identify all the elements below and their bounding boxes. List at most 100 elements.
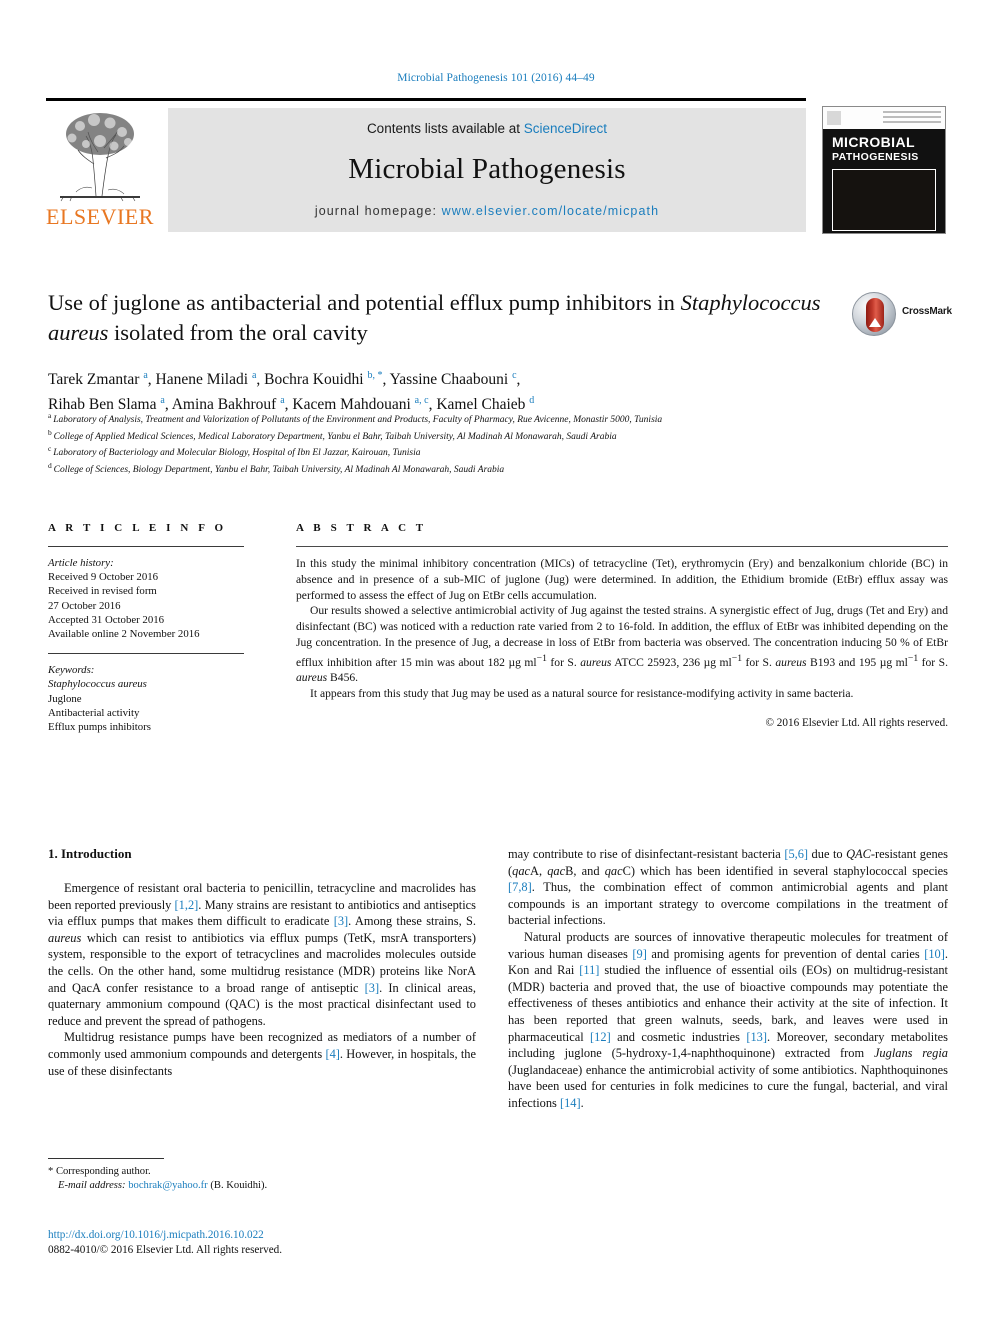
author-affiliation-mark: b, * [367,370,383,381]
keyword-item: Staphylococcus aureus [48,678,147,691]
abstract-copyright: © 2016 Elsevier Ltd. All rights reserved… [765,717,949,730]
intro-right-text: may contribute to rise of disinfectant-r… [508,846,948,1112]
keyword-item: Antibacterial activity [48,706,140,719]
abstract-results-g: B456. [327,671,359,685]
contents-band: Contents lists available at ScienceDirec… [168,108,806,232]
sciencedirect-link[interactable]: ScienceDirect [524,121,607,136]
article-history-item: Received in revised form [48,585,157,598]
citation-link[interactable]: [3] [334,914,348,928]
email-line: E-mail address: bochrak@yahoo.fr (B. Kou… [48,1179,476,1193]
affiliation-list: a Laboratory of Analysis, Treatment and … [48,410,928,476]
affiliation-item: b College of Applied Medical Sciences, M… [48,427,928,444]
abstract-paragraph-3: It appears from this study that Jug may … [310,687,854,701]
body-text-run: . [580,1095,584,1110]
author-separator: , [256,371,265,389]
author-separator: , [382,371,390,389]
abstract-paragraph-1: In this study the minimal inhibitory con… [296,557,948,602]
cover-header-strip [823,107,945,129]
author-list: Tarek Zmantar a, Hanene Miladi a, Bochra… [48,365,868,415]
citation-link[interactable]: [7,8] [508,880,532,894]
abstract-paragraph-2: Our results showed a selective antimicro… [296,603,948,686]
keywords-items: Staphylococcus aureus Juglone Antibacteria… [48,677,244,734]
citation-link[interactable]: [5,6] [784,847,808,861]
body-text-run: may contribute to rise of disinfectant-r… [508,847,785,861]
abstract-results-c: ATCC 25923, 236 µg ml [611,655,732,669]
corresponding-author-note: * Corresponding author. E-mail address: … [48,1165,476,1193]
article-history-item: Received 9 October 2016 [48,571,159,584]
email-suffix: (B. Kouidhi). [207,1180,268,1191]
citation-link[interactable]: [12] [590,1030,611,1044]
article-history-label: Article history: [48,557,114,569]
body-text-run: due to [808,847,847,861]
body-paragraph: Natural products are sources of innovati… [508,929,948,1112]
body-text-run: B, and [565,863,605,878]
journal-cover-thumbnail: MICROBIAL PATHOGENESIS [822,106,946,234]
cover-title-line2: PATHOGENESIS [832,151,919,163]
abstract-italic-1: aureus [580,655,612,669]
footnote-rule [48,1158,164,1159]
citation-link[interactable]: [4] [325,1047,339,1061]
article-history-item: Accepted 31 October 2016 [48,613,165,626]
citation-link[interactable]: [3] [365,981,379,995]
abstract-results-f: for S. [918,655,948,669]
footnote-block: * Corresponding author. E-mail address: … [48,1158,476,1193]
article-info-heading: A R T I C L E I N F O [48,522,227,534]
author-name: Bochra Kouidhi [264,371,368,389]
abstract-heading: A B S T R A C T [296,522,427,534]
body-paragraph: Multidrug resistance pumps have been rec… [48,1029,476,1079]
citation-link[interactable]: [14] [560,1096,581,1110]
cover-title-line1: MICROBIAL [832,134,915,150]
elsevier-logo: ELSEVIER [46,106,154,232]
abstract-results-e: B193 and 195 µg ml [806,655,908,669]
article-first-page: Microbial Pathogenesis 101 (2016) 44–49 [0,0,992,1323]
email-label: E-mail address: [58,1180,126,1191]
body-text-run: and promising agents for prevention of d… [646,946,925,961]
cover-publisher-mark-icon [827,111,841,125]
doi-block: http://dx.doi.org/10.1016/j.micpath.2016… [48,1228,528,1258]
title-line-2-suffix: isolated from the oral cavity [108,320,368,345]
journal-homepage-link[interactable]: www.elsevier.com/locate/micpath [442,204,660,218]
citation-link[interactable]: [9] [632,947,646,961]
abstract-rule [296,546,948,547]
article-info-column: A R T I C L E I N F O Article history: R… [48,522,244,734]
keywords-block: Keywords: Staphylococcus aureus Juglone An… [48,663,244,734]
cover-metadata-lines [883,111,941,125]
article-history-item: Available online 2 November 2016 [48,628,200,641]
author-affiliation-mark: a, c [414,395,429,407]
keywords-label: Keywords: [48,664,95,677]
masthead-top-rule [46,98,806,101]
author-name: Yassine Chaabouni [389,371,513,389]
doi-link[interactable]: http://dx.doi.org/10.1016/j.micpath.2016… [48,1228,528,1243]
title-line-1: Use of juglone as antibacterial and pote… [48,290,675,315]
crossmark-badge[interactable]: CrossMark [852,292,952,344]
citation-link[interactable]: [1,2] [175,898,199,912]
body-paragraph: Emergence of resistant oral bacteria to … [48,880,476,1029]
citation-link[interactable]: [13] [746,1030,767,1044]
citation-link[interactable]: [10] [924,947,945,961]
article-info-rule [48,546,244,547]
body-italic-text: qac [512,863,531,878]
email-link[interactable]: bochrak@yahoo.fr [128,1180,207,1191]
affiliation-item: a Laboratory of Analysis, Treatment and … [48,410,928,427]
cover-micrograph-image [832,169,936,231]
abstract-sup-2: −1 [731,652,743,664]
intro-left-text: Emergence of resistant oral bacteria to … [48,880,476,1079]
abstract-italic-2: aureus [775,655,807,669]
affiliation-text: Laboratory of Bacteriology and Molecular… [53,448,421,459]
author-name: Hanene Miladi [155,371,252,389]
body-text-run: and cosmetic industries [610,1029,747,1044]
body-italic-text: QAC [846,847,871,861]
keyword-item: Efflux pumps inhibitors [48,721,151,734]
article-history-items: Received 9 October 2016 Received in revis… [48,570,244,641]
crossmark-disc-icon [852,292,896,336]
section-heading-introduction: 1. Introduction [48,846,132,861]
abstract-sup-3: −1 [907,652,919,664]
citation-link[interactable]: [11] [579,963,599,977]
abstract-results-b: for S. [546,655,581,669]
contents-prefix-text: Contents lists available at [366,121,524,136]
journal-title: Microbial Pathogenesis [348,153,626,185]
affiliation-text: College of Sciences, Biology Department,… [53,464,505,475]
journal-homepage-line: journal homepage: www.elsevier.com/locat… [168,204,806,218]
contents-available-line: Contents lists available at ScienceDirec… [168,121,806,136]
abstract-body: In this study the minimal inhibitory con… [296,556,948,732]
